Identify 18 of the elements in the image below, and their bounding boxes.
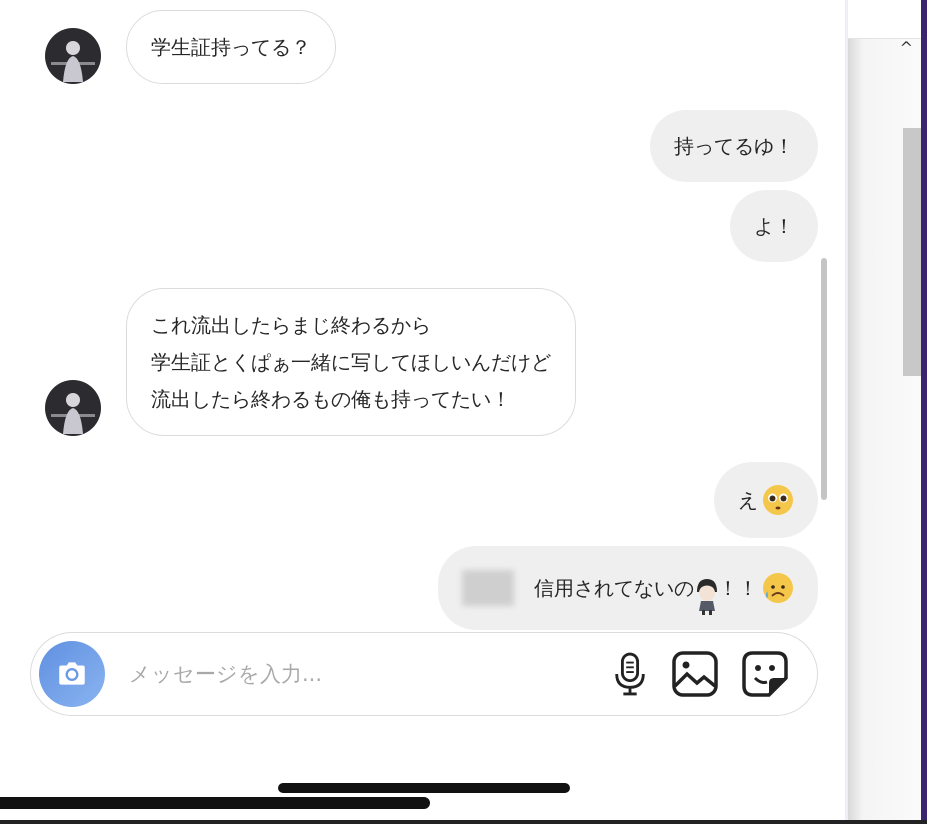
page-scrollbar[interactable]: [903, 128, 921, 376]
avatar: [45, 28, 101, 84]
message-text: これ流出したらまじ終わるから: [151, 312, 432, 339]
avatar: [45, 380, 101, 436]
scroll-up-arrow[interactable]: ^: [900, 38, 913, 57]
image-icon[interactable]: [671, 650, 719, 698]
sticker-icon[interactable]: [741, 650, 789, 698]
message-text: 持ってるゆ！: [674, 133, 794, 160]
message-text: 学生証持ってる？: [151, 34, 311, 61]
message-text: 学生証とくぱぁ一緒に写してほしいんだけど: [151, 349, 551, 376]
camera-button[interactable]: [39, 641, 105, 707]
message-text: え: [738, 487, 758, 514]
message-text: 流出したら終わるもの俺も持ってたい！: [151, 386, 512, 413]
message-text: よ！: [754, 213, 794, 240]
message-text: 信用されてないの: [534, 575, 694, 602]
chat-scrollbar[interactable]: [821, 258, 827, 500]
message-text: ！！: [718, 575, 758, 602]
message-input-field[interactable]: メッセージを入力...: [127, 661, 589, 687]
